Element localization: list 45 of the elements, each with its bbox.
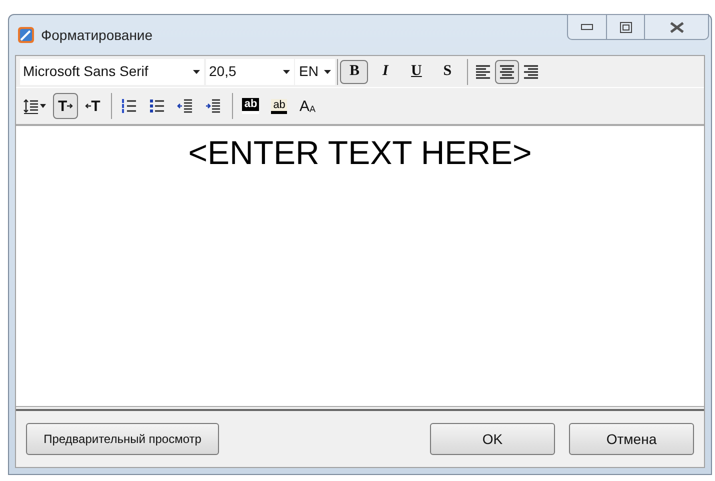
caret-icon (324, 70, 332, 74)
minimize-button[interactable] (567, 14, 607, 40)
numbered-list-icon (121, 98, 138, 114)
caret-icon (193, 70, 200, 74)
t-glyph: T (58, 98, 68, 114)
line-spacing-icon (23, 98, 39, 114)
text-back-button[interactable]: T (80, 93, 106, 119)
caret-icon (40, 104, 46, 108)
minimize-icon (581, 24, 593, 30)
window-title: Форматирование (41, 26, 153, 45)
align-center-icon (499, 64, 516, 80)
font-dropdown[interactable]: Microsoft Sans Serif (20, 58, 204, 84)
underline-button[interactable]: U (402, 60, 430, 84)
app-icon (17, 26, 35, 44)
align-left-icon (475, 64, 492, 80)
maximize-icon (620, 22, 632, 32)
language-dropdown[interactable]: EN (295, 58, 336, 84)
text-editor[interactable]: <ENTER TEXT HERE> (16, 124, 704, 407)
t-glyph: T (91, 98, 100, 114)
arrow-left-icon (85, 103, 92, 109)
editor-text: <ENTER TEXT HERE> (188, 136, 532, 169)
align-center-button[interactable] (495, 60, 520, 84)
outdent-icon (177, 98, 194, 114)
text-forward-button[interactable]: T (53, 93, 78, 119)
bold-button[interactable]: B (340, 60, 368, 84)
caret-icon (283, 70, 290, 74)
text-color-button[interactable]: ab (266, 93, 292, 119)
italic-button[interactable]: I (371, 60, 400, 84)
highlight-button[interactable]: ab (237, 93, 264, 119)
bullet-list-icon (149, 98, 166, 114)
strike-button[interactable]: S (433, 60, 462, 84)
size-dropdown[interactable]: 20,5 (206, 58, 294, 84)
highlight-icon: ab (242, 98, 260, 114)
font-size-button[interactable]: AA (294, 93, 320, 119)
align-right-icon (523, 64, 540, 80)
close-icon (670, 22, 684, 32)
cancel-button[interactable]: Отмена (569, 423, 694, 455)
ok-button[interactable]: OK (430, 423, 555, 455)
maximize-button[interactable] (607, 14, 645, 40)
font-size-icon: AA (299, 98, 316, 114)
close-button[interactable] (645, 14, 709, 40)
arrow-right-icon (67, 103, 74, 109)
text-color-icon: ab (271, 98, 288, 114)
indent-icon (205, 98, 222, 114)
preview-button[interactable]: Предварительный просмотр (26, 423, 219, 455)
